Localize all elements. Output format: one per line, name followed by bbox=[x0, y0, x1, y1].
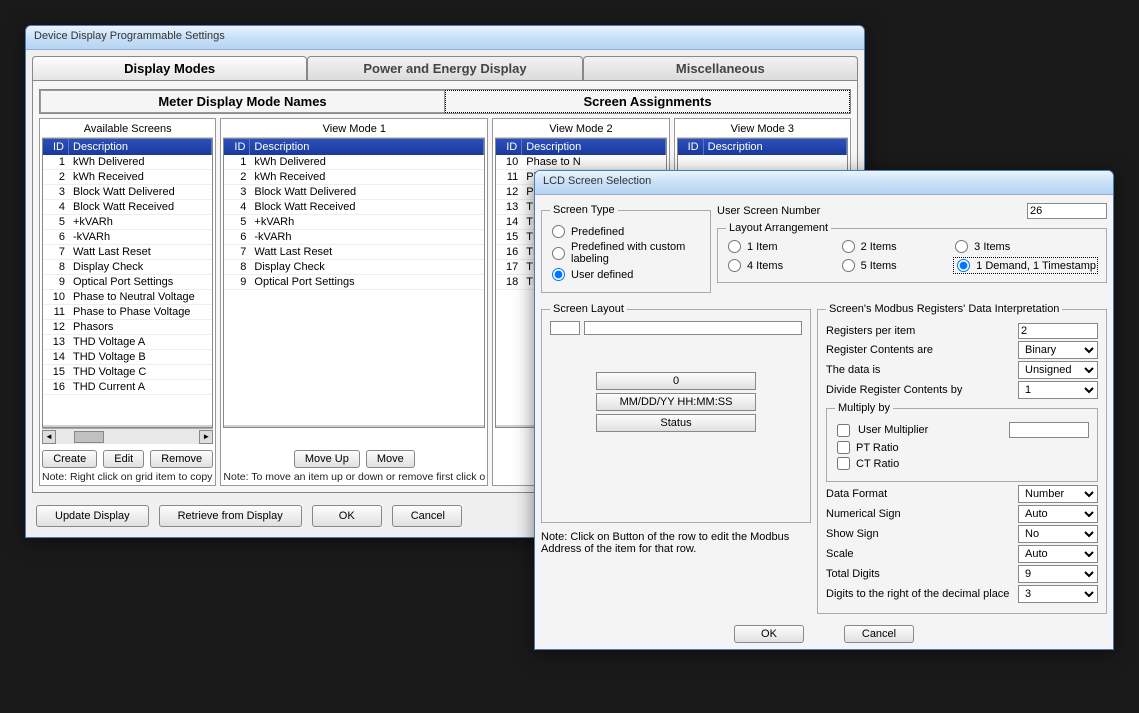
table-row[interactable]: 5+kVARh bbox=[43, 215, 212, 230]
movedown-button[interactable]: Move bbox=[366, 450, 415, 468]
note-copy: Note: Right click on grid item to copy bbox=[42, 471, 213, 483]
scale-select[interactable]: Auto bbox=[1018, 545, 1098, 563]
table-row[interactable]: 3Block Watt Delivered bbox=[43, 185, 212, 200]
create-button[interactable]: Create bbox=[42, 450, 97, 468]
col-view1: View Mode 1 IDDescription 1kWh Delivered… bbox=[220, 118, 488, 486]
radio-5items[interactable] bbox=[842, 259, 855, 272]
chk-ct-ratio[interactable] bbox=[837, 457, 850, 470]
dlg-cancel-button[interactable]: Cancel bbox=[844, 625, 914, 643]
tab-display-modes[interactable]: Display Modes bbox=[32, 56, 307, 80]
table-row[interactable]: 4Block Watt Received bbox=[43, 200, 212, 215]
radio-user-defined[interactable] bbox=[552, 268, 565, 281]
table-row[interactable]: 10Phase to Neutral Voltage bbox=[43, 290, 212, 305]
table-row[interactable]: 13THD Voltage A bbox=[43, 335, 212, 350]
chk-user-mult[interactable] bbox=[837, 424, 850, 437]
table-row[interactable]: 1kWh Delivered bbox=[224, 155, 484, 170]
retrieve-display-button[interactable]: Retrieve from Display bbox=[159, 505, 302, 527]
reg-per-item-input[interactable] bbox=[1018, 323, 1098, 339]
radio-3items[interactable] bbox=[955, 240, 968, 253]
user-screen-label: User Screen Number bbox=[717, 205, 1021, 217]
main-title: Device Display Programmable Settings bbox=[26, 26, 864, 50]
user-mult-input[interactable] bbox=[1009, 422, 1089, 438]
radio-1item[interactable] bbox=[728, 240, 741, 253]
table-row[interactable]: 2kWh Received bbox=[43, 170, 212, 185]
dec-digits-select[interactable]: 3 bbox=[1018, 585, 1098, 603]
fs-layout-arr: Layout Arrangement 1 Item 2 Items 3 Item… bbox=[717, 222, 1107, 283]
table-row[interactable]: 9Optical Port Settings bbox=[224, 275, 484, 290]
table-row[interactable]: 15THD Voltage C bbox=[43, 365, 212, 380]
radio-predefined[interactable] bbox=[552, 225, 565, 238]
layout-row-status[interactable]: Status bbox=[596, 414, 756, 432]
chk-pt-ratio[interactable] bbox=[837, 441, 850, 454]
dlg-ok-button[interactable]: OK bbox=[734, 625, 804, 643]
data-format-select[interactable]: Number bbox=[1018, 485, 1098, 503]
table-row[interactable]: 14THD Voltage B bbox=[43, 350, 212, 365]
show-sign-select[interactable]: No bbox=[1018, 525, 1098, 543]
radio-2items[interactable] bbox=[842, 240, 855, 253]
table-row[interactable]: 4Block Watt Received bbox=[224, 200, 484, 215]
layout-desc-input[interactable] bbox=[584, 321, 802, 335]
table-row[interactable]: 6-kVARh bbox=[224, 230, 484, 245]
table-row[interactable]: 10Phase to N bbox=[496, 155, 665, 170]
subtab-screen-assign[interactable]: Screen Assignments bbox=[445, 90, 850, 113]
fs-screen-layout: Screen Layout 0 MM/DD/YY HH:MM:SS Status bbox=[541, 303, 811, 523]
fs-multiply: Multiply by User Multiplier PT Ratio CT … bbox=[826, 402, 1098, 482]
layout-idx-input[interactable] bbox=[550, 321, 580, 335]
layout-row-ts[interactable]: MM/DD/YY HH:MM:SS bbox=[596, 393, 756, 411]
table-row[interactable]: 9Optical Port Settings bbox=[43, 275, 212, 290]
table-row[interactable]: 1kWh Delivered bbox=[43, 155, 212, 170]
subtab-mode-names[interactable]: Meter Display Mode Names bbox=[40, 90, 445, 113]
cancel-button[interactable]: Cancel bbox=[392, 505, 462, 527]
update-display-button[interactable]: Update Display bbox=[36, 505, 149, 527]
table-row[interactable]: 11Phase to Phase Voltage bbox=[43, 305, 212, 320]
table-row[interactable]: 12Phasors bbox=[43, 320, 212, 335]
col-available: Available Screens IDDescription 1kWh Del… bbox=[39, 118, 216, 486]
grid-view1[interactable]: IDDescription 1kWh Delivered2kWh Receive… bbox=[223, 138, 485, 428]
reg-contents-select[interactable]: Binary bbox=[1018, 341, 1098, 359]
total-digits-select[interactable]: 9 bbox=[1018, 565, 1098, 583]
moveup-button[interactable]: Move Up bbox=[294, 450, 360, 468]
table-row[interactable]: 7Watt Last Reset bbox=[43, 245, 212, 260]
dlg-title: LCD Screen Selection bbox=[535, 171, 1113, 195]
radio-demand-ts[interactable] bbox=[957, 259, 970, 272]
table-row[interactable]: 2kWh Received bbox=[224, 170, 484, 185]
lcd-dialog: LCD Screen Selection Screen Type Predefi… bbox=[534, 170, 1114, 650]
data-is-select[interactable]: Unsigned bbox=[1018, 361, 1098, 379]
fs-screen-type: Screen Type Predefined Predefined with c… bbox=[541, 204, 711, 293]
table-row[interactable]: 16THD Current A bbox=[43, 380, 212, 395]
num-sign-select[interactable]: Auto bbox=[1018, 505, 1098, 523]
table-row[interactable]: 7Watt Last Reset bbox=[224, 245, 484, 260]
hscroll-available[interactable]: ◄► bbox=[42, 428, 213, 444]
grid-available[interactable]: IDDescription 1kWh Delivered2kWh Receive… bbox=[42, 138, 213, 428]
ok-button[interactable]: OK bbox=[312, 505, 382, 527]
radio-predef-custom[interactable] bbox=[552, 247, 565, 260]
remove-button[interactable]: Remove bbox=[150, 450, 213, 468]
divide-select[interactable]: 1 bbox=[1018, 381, 1098, 399]
tab-misc[interactable]: Miscellaneous bbox=[583, 56, 858, 80]
radio-4items[interactable] bbox=[728, 259, 741, 272]
table-row[interactable]: 8Display Check bbox=[224, 260, 484, 275]
layout-note: Note: Click on Button of the row to edit… bbox=[541, 531, 811, 555]
main-tabs: Display Modes Power and Energy Display M… bbox=[32, 56, 858, 80]
user-screen-input[interactable] bbox=[1027, 203, 1107, 219]
table-row[interactable]: 5+kVARh bbox=[224, 215, 484, 230]
table-row[interactable]: 6-kVARh bbox=[43, 230, 212, 245]
fs-modbus: Screen's Modbus Registers' Data Interpre… bbox=[817, 303, 1107, 614]
table-row[interactable]: 8Display Check bbox=[43, 260, 212, 275]
layout-row-0[interactable]: 0 bbox=[596, 372, 756, 390]
note-move: Note: To move an item up or down or remo… bbox=[223, 471, 485, 483]
edit-button[interactable]: Edit bbox=[103, 450, 144, 468]
tab-power-energy[interactable]: Power and Energy Display bbox=[307, 56, 582, 80]
table-row[interactable]: 3Block Watt Delivered bbox=[224, 185, 484, 200]
